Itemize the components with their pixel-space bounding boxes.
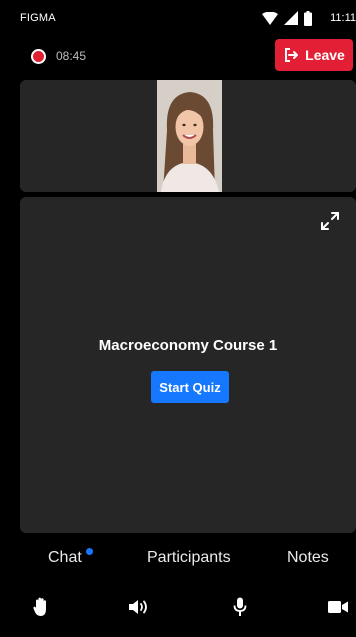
wifi-icon [262, 11, 279, 25]
participant-avatar [157, 80, 222, 192]
recording-time: 08:45 [56, 49, 87, 63]
expand-icon[interactable] [320, 211, 340, 231]
participant-video[interactable] [157, 80, 222, 192]
microphone-icon [233, 597, 247, 616]
course-title: Macroeconomy Course 1 [98, 337, 278, 354]
signal-icon [284, 11, 299, 25]
chat-notification-badge [86, 548, 93, 555]
status-bar: FIGMA 11:11 [0, 0, 356, 36]
battery-icon [304, 10, 313, 26]
bottom-tabs: Chat Participants Notes [0, 545, 356, 573]
video-strip [20, 80, 356, 192]
start-quiz-button[interactable]: Start Quiz [151, 371, 229, 403]
microphone-button[interactable] [229, 596, 251, 618]
camera-button[interactable] [327, 596, 349, 618]
exit-icon [285, 48, 299, 62]
raise-hand-button[interactable] [30, 596, 52, 618]
call-controls [0, 592, 356, 624]
presentation-stage: Macroeconomy Course 1 Start Quiz [20, 197, 356, 533]
leave-button[interactable]: Leave [275, 39, 353, 71]
record-icon [31, 48, 46, 64]
speaker-button[interactable] [128, 596, 150, 618]
recording-indicator: 08:45 [31, 47, 86, 65]
leave-button-label: Leave [305, 47, 345, 63]
raise-hand-icon [33, 597, 46, 616]
carrier-label: FIGMA [20, 12, 56, 24]
status-time: 11:11 [330, 12, 356, 24]
tab-participants[interactable]: Participants [147, 549, 231, 567]
tab-chat[interactable]: Chat [48, 549, 82, 567]
camera-icon [328, 601, 348, 613]
tab-notes[interactable]: Notes [287, 549, 329, 567]
status-icons: 11:11 [262, 10, 356, 26]
speaker-icon [129, 600, 147, 614]
